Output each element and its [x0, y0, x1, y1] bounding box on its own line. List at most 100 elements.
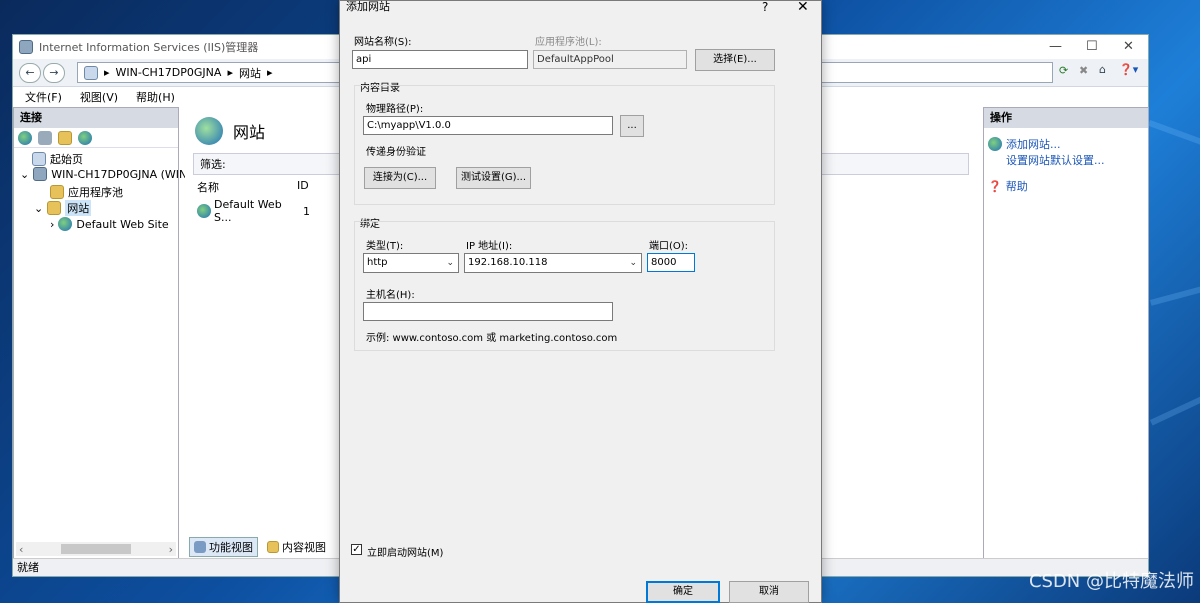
scroll-thumb[interactable] [61, 544, 131, 554]
tree-item-app-pools[interactable]: 应用程序池 [50, 184, 123, 200]
scroll-left-icon[interactable]: ‹ [19, 543, 23, 556]
help-dropdown-icon[interactable]: ❓▾ [1119, 63, 1138, 76]
iis-app-icon [19, 40, 33, 54]
home-nav-icon[interactable]: ⌂ [1099, 63, 1106, 76]
up-folder-icon[interactable] [58, 130, 72, 145]
tree-label: Default Web Site [76, 217, 169, 231]
connections-panel: 连接 起始页 ⌄ WIN-CH17DP0GJNA (WIN- 应用程序池 ⌄ 网… [13, 107, 191, 559]
menu-file[interactable]: 文件(F) [25, 89, 62, 105]
start-page-icon [32, 152, 46, 166]
expand-chevron-icon[interactable]: › [50, 218, 54, 231]
menu-view[interactable]: 视图(V) [80, 89, 118, 105]
disconnect-icon[interactable] [78, 130, 92, 145]
site-name-input[interactable]: api [352, 50, 528, 69]
collapse-chevron-icon[interactable]: ⌄ [20, 168, 29, 181]
menu-help[interactable]: 帮助(H) [136, 89, 175, 105]
action-set-defaults[interactable]: 设置网站默认设置... [984, 150, 1148, 170]
close-icon[interactable]: ✕ [797, 0, 809, 15]
tree-item-server[interactable]: ⌄ WIN-CH17DP0GJNA (WIN- [20, 167, 191, 181]
app-pool-icon [50, 185, 64, 199]
tab-content-view[interactable]: 内容视图 [262, 537, 331, 557]
action-label: 帮助 [1005, 180, 1028, 193]
column-header-id[interactable]: ID [297, 179, 337, 195]
site-name-label: 网站名称(S): [354, 37, 412, 48]
tab-label: 功能视图 [209, 541, 253, 554]
desktop-light-beam [1150, 279, 1200, 306]
table-row[interactable]: Default Web S... 1 [197, 198, 310, 224]
stop-icon[interactable]: ✖ [1079, 64, 1088, 77]
tree-item-start-page[interactable]: 起始页 [32, 151, 83, 167]
filter-label: 筛选: [200, 158, 226, 171]
maximize-icon[interactable]: ☐ [1086, 39, 1098, 54]
add-website-dialog: 添加网站 ? ✕ 网站名称(S): api 应用程序池(L): DefaultA… [339, 0, 822, 603]
tree-label: 应用程序池 [68, 186, 123, 199]
physical-path-label: 物理路径(P): [366, 104, 424, 115]
actions-header: 操作 [984, 108, 1148, 128]
tab-features-view[interactable]: 功能视图 [189, 537, 258, 557]
start-now-checkbox[interactable]: ✓ [351, 544, 362, 555]
port-label: 端口(O): [649, 241, 689, 252]
column-header-name[interactable]: 名称 [197, 179, 297, 195]
connections-header: 连接 [14, 108, 178, 128]
collapse-chevron-icon[interactable]: ⌄ [34, 202, 43, 215]
minimize-icon[interactable]: — [1049, 39, 1062, 54]
cancel-button[interactable]: 取消 [729, 581, 809, 603]
select-app-pool-button[interactable]: 选择(E)... [695, 49, 775, 71]
server-icon [33, 167, 48, 181]
test-settings-button[interactable]: 测试设置(G)... [456, 167, 531, 189]
site-globe-icon [197, 204, 211, 218]
add-site-icon [988, 137, 1002, 151]
tree-item-default-site[interactable]: › Default Web Site [50, 217, 169, 231]
chevron-down-icon: ⌄ [446, 258, 454, 268]
ok-button[interactable]: 确定 [646, 581, 720, 603]
start-now-label[interactable]: 立即启动网站(M) [367, 544, 443, 559]
iis-window-title: Internet Information Services (IIS)管理器 [39, 41, 259, 54]
dialog-title: 添加网站 [346, 0, 390, 13]
sites-globe-icon [195, 117, 223, 145]
close-icon[interactable]: ✕ [1123, 39, 1134, 54]
scroll-right-icon[interactable]: › [169, 543, 173, 556]
page-title: 网站 [195, 117, 265, 145]
connections-toolbar [14, 128, 178, 148]
connect-as-button[interactable]: 连接为(C)... [364, 167, 436, 189]
host-example-text: 示例: www.contoso.com 或 marketing.contoso.… [366, 333, 618, 344]
ip-address-label: IP 地址(I): [466, 241, 513, 252]
desktop-light-beam [1147, 120, 1200, 153]
save-icon[interactable] [38, 130, 52, 145]
tree-item-sites[interactable]: ⌄ 网站 [34, 200, 92, 216]
type-label: 类型(T): [366, 241, 404, 252]
type-select[interactable]: http ⌄ [363, 253, 459, 273]
sites-folder-icon [47, 201, 62, 215]
action-help[interactable]: ❓ 帮助 [984, 176, 1148, 196]
host-name-input[interactable] [363, 302, 613, 321]
chevron-down-icon: ⌄ [629, 258, 637, 268]
content-view-icon [267, 541, 279, 553]
refresh-icon[interactable]: ⟳ [1059, 64, 1068, 77]
horizontal-scrollbar[interactable]: ‹ › [16, 542, 176, 556]
site-globe-icon [58, 217, 73, 231]
physical-path-input[interactable]: C:\myapp\V1.0.0 [363, 116, 613, 135]
connect-icon[interactable] [18, 130, 32, 145]
home-icon [84, 65, 98, 80]
list-header: 名称 ID [197, 179, 337, 195]
back-arrow-icon[interactable]: ← [19, 63, 41, 83]
app-pool-field: DefaultAppPool [533, 50, 687, 69]
tab-label: 内容视图 [282, 541, 326, 554]
help-icon[interactable]: ? [762, 0, 768, 14]
breadcrumb-server[interactable]: WIN-CH17DP0GJNA [116, 66, 222, 79]
tree-label: 网站 [65, 200, 92, 216]
breadcrumb-sites[interactable]: 网站 [239, 65, 261, 81]
forward-arrow-icon[interactable]: → [43, 63, 65, 83]
features-view-icon [194, 541, 206, 553]
row-name: Default Web S... [214, 198, 282, 224]
ip-address-select[interactable]: 192.168.10.118 ⌄ [464, 253, 642, 273]
browse-path-button[interactable]: ... [620, 115, 644, 137]
app-pool-label: 应用程序池(L): [535, 37, 602, 48]
port-input[interactable]: 8000 [647, 253, 695, 272]
breadcrumb-separator-icon: ▸ [104, 66, 110, 79]
desktop-light-beam [1150, 386, 1200, 426]
tree-label: 起始页 [50, 153, 83, 166]
row-id: 1 [303, 204, 310, 218]
page-title-text: 网站 [233, 123, 266, 142]
breadcrumb-separator-icon: ▸ [266, 66, 273, 79]
